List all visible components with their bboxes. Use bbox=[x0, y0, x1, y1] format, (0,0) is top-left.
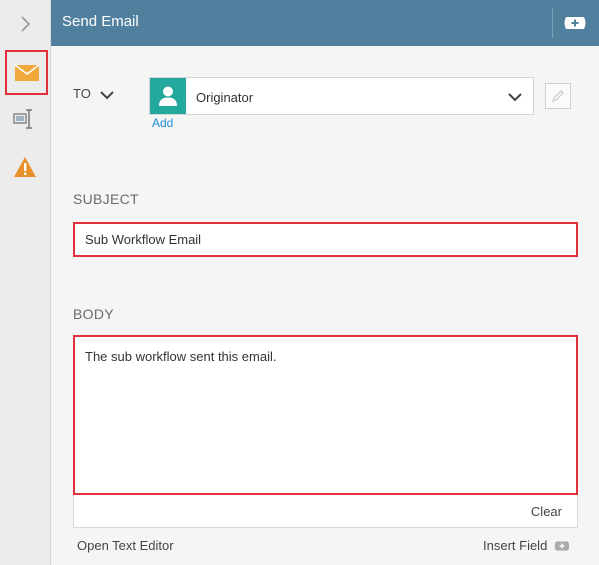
panel-header: Send Email bbox=[51, 0, 599, 46]
chevron-down-icon bbox=[508, 93, 522, 102]
left-rail bbox=[0, 0, 51, 565]
clear-link[interactable]: Clear bbox=[531, 504, 562, 519]
avatar bbox=[150, 78, 186, 114]
pencil-icon bbox=[552, 90, 564, 102]
expand-button[interactable] bbox=[4, 3, 46, 45]
properties-icon bbox=[13, 109, 32, 129]
body-input[interactable]: The sub workflow sent this email. bbox=[73, 335, 578, 495]
email-tab[interactable] bbox=[5, 50, 48, 95]
body-editor: The sub workflow sent this email. Clear bbox=[73, 335, 578, 528]
header-divider bbox=[552, 8, 553, 38]
subject-label: SUBJECT bbox=[73, 191, 139, 207]
user-icon bbox=[159, 86, 177, 106]
to-label: TO bbox=[73, 86, 91, 101]
insert-field-button[interactable]: Insert Field bbox=[483, 538, 571, 553]
chevron-right-icon bbox=[21, 16, 31, 32]
properties-tab[interactable] bbox=[4, 98, 46, 140]
to-dropdown-toggle[interactable] bbox=[98, 86, 116, 104]
panel-title: Send Email bbox=[62, 13, 139, 30]
warnings-tab[interactable] bbox=[4, 146, 46, 188]
body-label: BODY bbox=[73, 306, 114, 322]
chevron-down-icon bbox=[100, 91, 114, 100]
open-text-editor-link[interactable]: Open Text Editor bbox=[77, 538, 174, 553]
insert-field-label: Insert Field bbox=[483, 538, 548, 553]
warning-icon bbox=[14, 157, 36, 177]
recipient-name: Originator bbox=[196, 90, 254, 105]
recipient-select[interactable]: Originator bbox=[149, 77, 534, 115]
header-add-button[interactable] bbox=[561, 12, 589, 34]
envelope-icon bbox=[14, 63, 39, 81]
add-recipient-link[interactable]: Add bbox=[152, 116, 173, 130]
edit-recipient-button[interactable] bbox=[545, 83, 571, 109]
add-icon bbox=[555, 541, 570, 550]
add-icon bbox=[564, 17, 586, 29]
subject-input[interactable]: Sub Workflow Email bbox=[73, 222, 578, 257]
